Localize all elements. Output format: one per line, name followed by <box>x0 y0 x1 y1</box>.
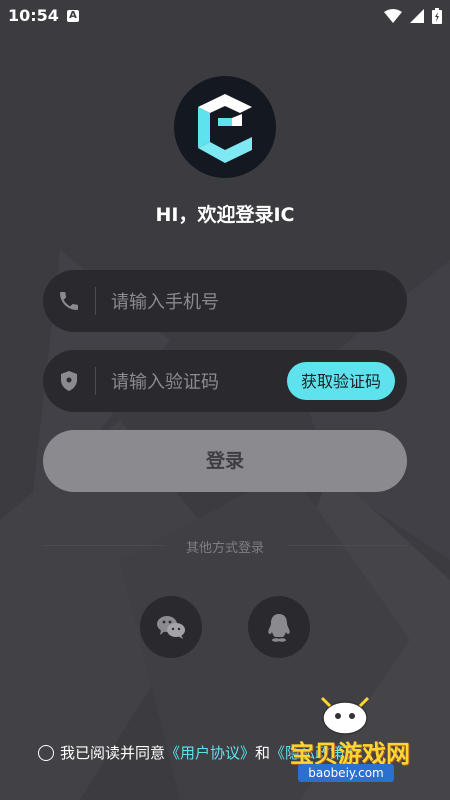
phone-field[interactable] <box>43 270 407 334</box>
watermark-url: baobeiy.com <box>298 764 394 782</box>
qq-login-button[interactable] <box>248 596 310 658</box>
agree-radio[interactable] <box>38 744 54 761</box>
user-agreement-link[interactable]: 《用户协议》 <box>165 742 255 763</box>
shield-icon <box>61 371 77 391</box>
wifi-icon <box>384 9 402 23</box>
app-logo <box>174 76 276 178</box>
signal-icon <box>410 9 424 23</box>
login-button[interactable]: 登录 <box>43 430 407 492</box>
qq-icon <box>268 614 290 642</box>
status-bar: 10:54 A <box>0 0 450 34</box>
code-field[interactable]: 获取验证码 <box>43 350 407 414</box>
agreement-connector: 和 <box>255 744 271 762</box>
phone-icon <box>60 292 78 310</box>
wechat-icon <box>157 616 185 639</box>
battery-icon <box>432 8 442 24</box>
phone-input[interactable] <box>109 270 293 334</box>
welcome-title: HI，欢迎登录IC <box>155 204 295 226</box>
agreement-prefix: 我已阅读并同意 <box>60 744 166 762</box>
field-divider <box>95 367 96 395</box>
other-login-label: 其他方式登录 <box>185 541 264 556</box>
status-time: 10:54 <box>8 6 59 25</box>
notification-icon: A <box>67 10 79 22</box>
get-code-button[interactable]: 获取验证码 <box>287 362 395 400</box>
code-input[interactable] <box>109 350 293 414</box>
wechat-login-button[interactable] <box>140 596 202 658</box>
field-divider <box>95 287 96 315</box>
watermark-logo: 宝贝游戏网 baobeiy.com <box>276 690 446 790</box>
status-icons <box>384 8 442 24</box>
